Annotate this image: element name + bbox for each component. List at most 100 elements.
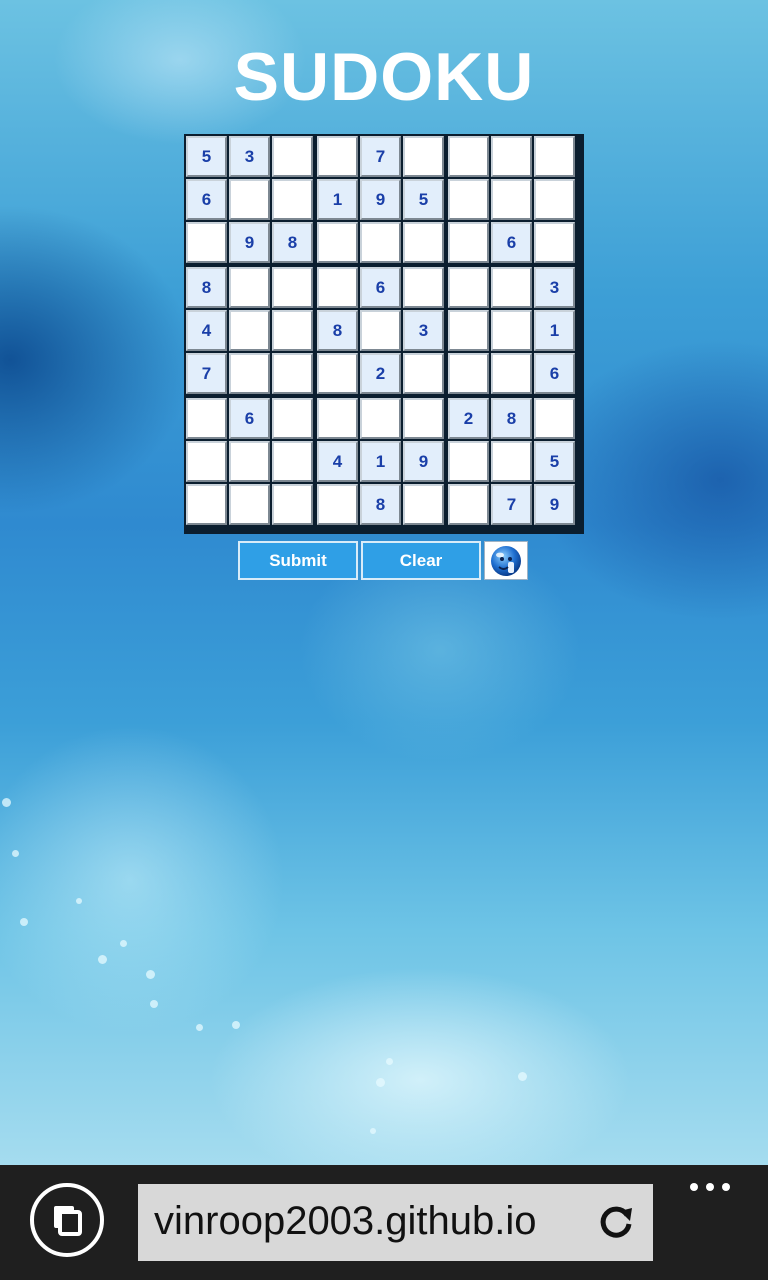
submit-button[interactable]: Submit xyxy=(238,541,358,580)
sudoku-cell-empty[interactable] xyxy=(272,353,313,394)
browser-viewport: SUDOKU 537619598686348317266284195879 Su… xyxy=(0,0,768,1280)
sudoku-cell-empty[interactable] xyxy=(360,310,401,351)
sudoku-cell-given[interactable]: 2 xyxy=(448,398,489,439)
sudoku-cell-empty[interactable] xyxy=(272,441,313,482)
bokeh-dot xyxy=(146,970,155,979)
sudoku-cell-empty[interactable] xyxy=(272,310,313,351)
sudoku-cell-empty[interactable] xyxy=(317,398,358,439)
sudoku-cell-empty[interactable] xyxy=(272,484,313,525)
sudoku-cell-given[interactable]: 2 xyxy=(360,353,401,394)
sudoku-cell-given[interactable]: 1 xyxy=(360,441,401,482)
sudoku-cell-given[interactable]: 9 xyxy=(403,441,444,482)
sudoku-cell-given[interactable]: 6 xyxy=(186,179,227,220)
sudoku-cell-empty[interactable] xyxy=(229,353,270,394)
sudoku-cell-empty[interactable] xyxy=(360,222,401,263)
sudoku-cell-empty[interactable] xyxy=(272,267,313,308)
sudoku-cell-empty[interactable] xyxy=(448,441,489,482)
sudoku-cell-empty[interactable] xyxy=(534,222,575,263)
sudoku-cell-empty[interactable] xyxy=(360,398,401,439)
sudoku-cell-empty[interactable] xyxy=(403,398,444,439)
sudoku-cell-empty[interactable] xyxy=(491,441,532,482)
address-bar[interactable]: vinroop2003.github.io xyxy=(138,1184,653,1261)
sudoku-cell-empty[interactable] xyxy=(272,136,313,177)
sudoku-cell-empty[interactable] xyxy=(403,222,444,263)
sudoku-cell-given[interactable]: 5 xyxy=(403,179,444,220)
sudoku-cell-empty[interactable] xyxy=(448,484,489,525)
bokeh-dot xyxy=(370,1128,376,1134)
tabs-button[interactable] xyxy=(30,1183,104,1257)
sudoku-cell-empty[interactable] xyxy=(403,353,444,394)
sudoku-cell-empty[interactable] xyxy=(448,179,489,220)
sudoku-cell-given[interactable]: 3 xyxy=(229,136,270,177)
sudoku-cell-empty[interactable] xyxy=(272,398,313,439)
sudoku-cell-empty[interactable] xyxy=(491,179,532,220)
sudoku-cell-given[interactable]: 9 xyxy=(360,179,401,220)
sudoku-cell-given[interactable]: 7 xyxy=(360,136,401,177)
bokeh-dot xyxy=(2,798,11,807)
sudoku-cell-given[interactable]: 5 xyxy=(534,441,575,482)
sudoku-cell-empty[interactable] xyxy=(186,398,227,439)
page-title: SUDOKU xyxy=(233,39,535,115)
sudoku-cell-empty[interactable] xyxy=(534,179,575,220)
sudoku-cell-given[interactable]: 7 xyxy=(186,353,227,394)
sudoku-cell-empty[interactable] xyxy=(534,398,575,439)
sudoku-cell-empty[interactable] xyxy=(317,222,358,263)
clear-button[interactable]: Clear xyxy=(361,541,481,580)
sudoku-cell-given[interactable]: 8 xyxy=(186,267,227,308)
bokeh-dot xyxy=(12,850,19,857)
sudoku-cell-empty[interactable] xyxy=(403,136,444,177)
sudoku-cell-given[interactable]: 4 xyxy=(186,310,227,351)
url-text[interactable]: vinroop2003.github.io xyxy=(154,1184,537,1261)
sudoku-cell-empty[interactable] xyxy=(317,267,358,308)
more-icon[interactable] xyxy=(688,1180,732,1194)
sudoku-cell-empty[interactable] xyxy=(229,484,270,525)
sudoku-cell-given[interactable]: 8 xyxy=(491,398,532,439)
sudoku-cell-given[interactable]: 9 xyxy=(534,484,575,525)
bokeh-dot xyxy=(232,1021,240,1029)
sudoku-cell-empty[interactable] xyxy=(229,179,270,220)
sudoku-cell-given[interactable]: 6 xyxy=(229,398,270,439)
sudoku-cell-given[interactable]: 8 xyxy=(317,310,358,351)
sudoku-cell-empty[interactable] xyxy=(317,136,358,177)
sudoku-cell-empty[interactable] xyxy=(448,310,489,351)
sudoku-cell-empty[interactable] xyxy=(491,267,532,308)
refresh-icon[interactable] xyxy=(593,1200,639,1246)
sudoku-cell-empty[interactable] xyxy=(534,136,575,177)
sudoku-cell-empty[interactable] xyxy=(229,267,270,308)
sudoku-cell-given[interactable]: 4 xyxy=(317,441,358,482)
sudoku-cell-empty[interactable] xyxy=(229,310,270,351)
sudoku-cell-empty[interactable] xyxy=(229,441,270,482)
sudoku-cell-empty[interactable] xyxy=(491,310,532,351)
sudoku-cell-given[interactable]: 9 xyxy=(229,222,270,263)
sudoku-cell-empty[interactable] xyxy=(448,267,489,308)
sudoku-cell-given[interactable]: 8 xyxy=(272,222,313,263)
sudoku-cell-given[interactable]: 3 xyxy=(403,310,444,351)
sudoku-cell-given[interactable]: 1 xyxy=(534,310,575,351)
sudoku-cell-given[interactable]: 6 xyxy=(534,353,575,394)
sudoku-cell-empty[interactable] xyxy=(186,441,227,482)
sudoku-cell-empty[interactable] xyxy=(491,353,532,394)
sudoku-cell-empty[interactable] xyxy=(186,222,227,263)
sudoku-cell-given[interactable]: 3 xyxy=(534,267,575,308)
sudoku-cell-empty[interactable] xyxy=(448,222,489,263)
sudoku-cell-given[interactable]: 8 xyxy=(360,484,401,525)
sudoku-cell-empty[interactable] xyxy=(491,136,532,177)
sudoku-cell-empty[interactable] xyxy=(403,484,444,525)
sudoku-cell-empty[interactable] xyxy=(272,179,313,220)
sudoku-cell-given[interactable]: 6 xyxy=(360,267,401,308)
tabs-icon xyxy=(54,1206,82,1236)
sudoku-cell-given[interactable]: 6 xyxy=(491,222,532,263)
sudoku-cell-empty[interactable] xyxy=(403,267,444,308)
sudoku-cell-given[interactable]: 5 xyxy=(186,136,227,177)
sudoku-cell-given[interactable]: 7 xyxy=(491,484,532,525)
bokeh-dot xyxy=(518,1072,527,1081)
bokeh-dot xyxy=(120,940,127,947)
sudoku-cell-empty[interactable] xyxy=(448,353,489,394)
sudoku-cell-empty[interactable] xyxy=(448,136,489,177)
sudoku-cell-empty[interactable] xyxy=(186,484,227,525)
sudoku-cell-empty[interactable] xyxy=(317,484,358,525)
sudoku-cell-empty[interactable] xyxy=(317,353,358,394)
sudoku-cell-given[interactable]: 1 xyxy=(317,179,358,220)
hint-button[interactable] xyxy=(484,541,528,580)
bokeh-dot xyxy=(150,1000,158,1008)
